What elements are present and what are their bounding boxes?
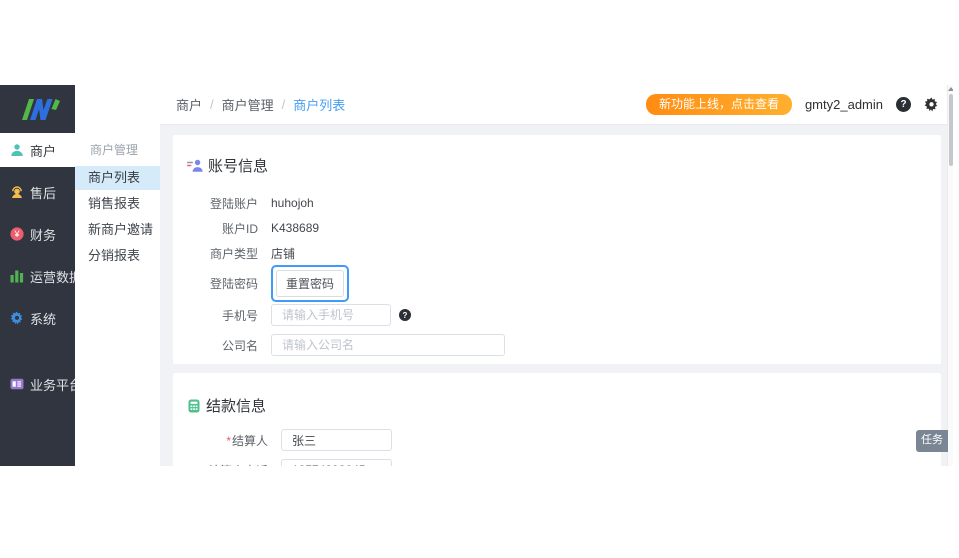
secondary-sidebar: 商户管理 商户列表 销售报表 新商户邀请 分销报表 [75, 85, 160, 466]
field-label: 账户ID [221, 221, 258, 236]
section-title-text: 账号信息 [208, 158, 269, 175]
breadcrumb-separator: / [281, 97, 286, 112]
vertical-scrollbar[interactable] [947, 85, 953, 466]
headset-icon [10, 185, 24, 199]
scrollbar-up-arrow-icon[interactable] [948, 87, 953, 91]
svg-text:¥: ¥ [13, 229, 20, 239]
new-feature-notice-badge[interactable]: 新功能上线，点击查看 [645, 94, 792, 115]
account-info-card: 账号信息 登陆账户 huhojoh 账户ID K438689 商户类型 店铺 登… [173, 135, 941, 364]
sidebar-item-finance[interactable]: ¥ 财务 [0, 217, 75, 251]
settlement-section-title: 结款信息 [187, 395, 941, 416]
field-row-merchant-type: 商户类型 店铺 [183, 241, 941, 265]
field-label: 手机号 [221, 308, 258, 323]
reset-password-focus-ring: 重置密码 [271, 264, 350, 302]
main-area: 商户 / 商户管理 / 商户列表 新功能上线，点击查看 gmty2_admin … [160, 85, 953, 466]
field-label: *结算人电话 [183, 462, 268, 467]
breadcrumb-item[interactable]: 商户管理 [222, 95, 274, 114]
topbar-right: 新功能上线，点击查看 gmty2_admin ? [645, 94, 939, 115]
account-id-value: K438689 [271, 221, 320, 235]
platform-icon [10, 377, 24, 391]
field-row-company: 公司名 [183, 334, 941, 356]
field-label: *结算人 [183, 432, 268, 449]
phone-help-icon[interactable]: ? [399, 309, 411, 321]
breadcrumb-item-current[interactable]: 商户列表 [293, 95, 345, 114]
submenu-item-merchant-list[interactable]: 商户列表 [75, 166, 160, 190]
required-mark: * [226, 433, 231, 448]
username-label[interactable]: gmty2_admin [805, 97, 883, 112]
top-header: 商户 / 商户管理 / 商户列表 新功能上线，点击查看 gmty2_admin … [160, 85, 953, 125]
section-title-text: 结款信息 [206, 398, 267, 415]
brand-logo[interactable] [0, 85, 75, 133]
submenu-item-sales-report[interactable]: 销售报表 [75, 192, 160, 216]
page-content: 账号信息 登陆账户 huhojoh 账户ID K438689 商户类型 店铺 登… [160, 125, 953, 466]
company-input[interactable] [271, 334, 505, 356]
required-mark: * [202, 464, 207, 467]
settler-name-input[interactable] [281, 429, 392, 451]
reset-password-button[interactable]: 重置密码 [276, 269, 345, 297]
account-section-title: 账号信息 [187, 155, 941, 176]
field-row-settler: *结算人 [183, 429, 941, 451]
sidebar-item-label: 财务 [30, 227, 57, 243]
field-row-account-id: 账户ID K438689 [183, 216, 941, 240]
merchant-type-value: 店铺 [271, 246, 296, 261]
breadcrumb-separator: / [210, 97, 214, 112]
help-icon[interactable]: ? [896, 97, 911, 112]
field-label-text: 结算人电话 [208, 464, 268, 467]
task-tab-button[interactable]: 任务 [916, 430, 948, 452]
account-info-icon [187, 158, 203, 173]
settings-gear-icon[interactable] [924, 97, 939, 112]
sidebar-item-system[interactable]: 系统 [0, 301, 75, 335]
submenu-item-new-merchant-invite[interactable]: 新商户邀请 [75, 218, 160, 242]
sidebar-item-label: 系统 [30, 311, 57, 327]
field-label: 公司名 [221, 338, 258, 353]
scrollbar-thumb[interactable] [949, 94, 953, 166]
submenu-header: 商户管理 [90, 143, 139, 157]
field-row-login-account: 登陆账户 huhojoh [183, 191, 941, 215]
nv-logo-icon [16, 96, 60, 122]
settlement-info-card: 结款信息 *结算人 *结算人电话 [173, 373, 941, 466]
field-label: 商户类型 [209, 246, 258, 261]
settler-phone-input[interactable] [281, 459, 392, 466]
field-row-phone: 手机号 ? [183, 304, 941, 326]
app-window: 商户 售后 ¥ 财务 运营数据 系统 业务平台 商户管理 商户列表 销售报表 新… [0, 85, 953, 466]
yuan-coin-icon: ¥ [10, 227, 24, 241]
field-label: 登陆账户 [209, 196, 258, 211]
breadcrumb: 商户 / 商户管理 / 商户列表 [176, 95, 345, 114]
phone-input[interactable] [271, 304, 391, 326]
sidebar-item-merchant[interactable]: 商户 [0, 133, 75, 167]
gear-icon [10, 311, 24, 325]
sidebar-item-operations[interactable]: 运营数据 [0, 259, 82, 293]
submenu-item-distribution-report[interactable]: 分销报表 [75, 244, 160, 268]
sidebar-item-label: 商户 [30, 143, 57, 159]
breadcrumb-item[interactable]: 商户 [176, 95, 202, 114]
person-icon [10, 143, 24, 157]
sidebar-item-label: 售后 [30, 185, 57, 201]
login-account-value: huhojoh [271, 196, 314, 210]
field-row-settler-phone: *结算人电话 [183, 459, 941, 466]
bar-chart-icon [10, 269, 24, 283]
field-label: 登陆密码 [209, 276, 258, 291]
field-label-text: 结算人 [231, 433, 268, 448]
field-row-login-password: 登陆密码 重置密码 [183, 264, 941, 302]
primary-sidebar: 商户 售后 ¥ 财务 运营数据 系统 业务平台 [0, 85, 82, 466]
sidebar-item-platform[interactable]: 业务平台 [0, 367, 82, 401]
sidebar-item-aftersale[interactable]: 售后 [0, 175, 75, 209]
settlement-calculator-icon [187, 399, 201, 413]
